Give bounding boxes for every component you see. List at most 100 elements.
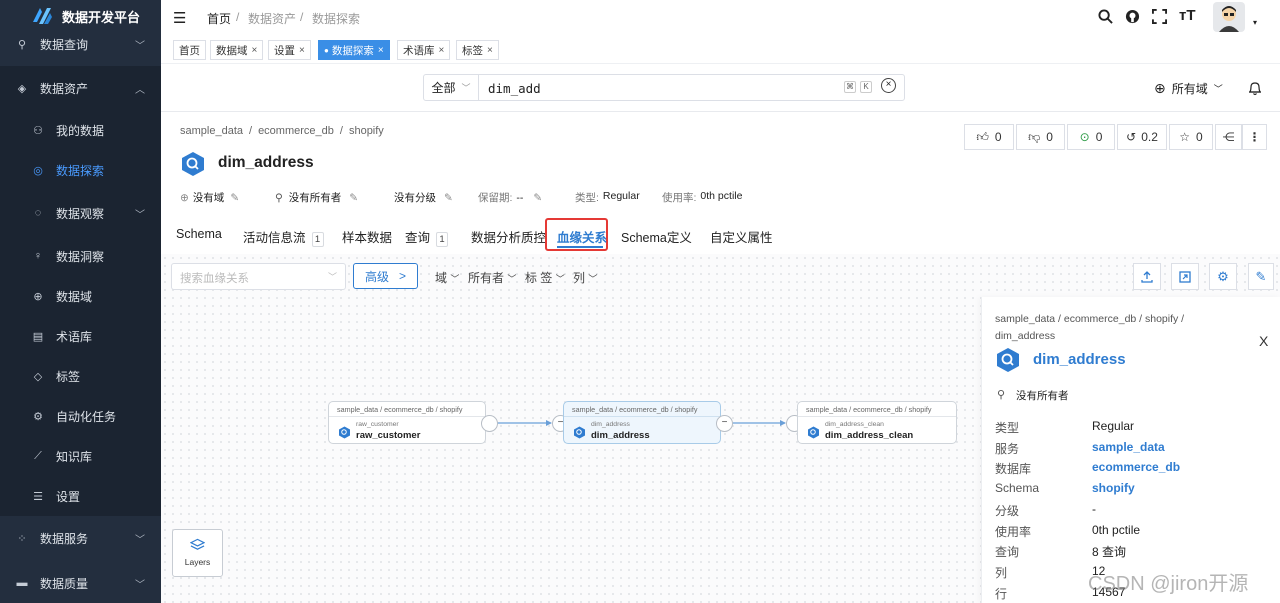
panel-link-database[interactable]: ecommerce_db [1092,460,1180,474]
lineage-settings-button[interactable]: ⚙ [1209,263,1237,290]
tab-schema[interactable]: Schema [176,227,222,241]
menu-collapse-icon[interactable]: ☰ [173,9,186,27]
breadcrumb-database[interactable]: ecommerce_db [258,125,334,137]
upload-icon [1141,270,1153,283]
clear-search-icon[interactable]: × [881,78,896,93]
version-button[interactable]: ↺ 0.2 [1117,124,1167,150]
sidebar-item-data-query[interactable]: ⚲ 数据查询 ﹀ [0,24,161,64]
panel-entity-title[interactable]: dim_address [1033,351,1126,368]
close-icon[interactable]: × [252,45,258,56]
like-button[interactable]: 👍︎ 0 [964,124,1014,150]
lineage-node-dim-address-clean[interactable]: sample_data / ecommerce_db / shopify dim… [797,401,957,444]
sidebar-item-data-explore[interactable]: ◎ 数据探索 [0,150,161,190]
breadcrumb-schema[interactable]: shopify [349,125,384,137]
robot-icon: ⚙ [33,410,43,423]
sidebar-item-settings[interactable]: ☰ 设置 [0,476,161,516]
collapse-downstream-handle[interactable]: − [716,415,733,432]
tab-schema-definition[interactable]: Schema定义 [621,227,692,246]
edit-lineage-button[interactable]: ✎ [1248,263,1274,290]
font-size-icon[interactable]: ᴛT [1179,7,1196,24]
sidebar-item-label: 数据服务 [40,531,89,546]
sidebar-item-data-observe[interactable]: ◌ 数据观察 ﹀ [0,193,161,233]
tab-lineage[interactable]: 血缘关系 [557,227,607,246]
meta-retention[interactable]: 保留期: -- ✎ [478,190,542,205]
tab-glossary[interactable]: 术语库 × [397,40,451,60]
fullscreen-icon[interactable] [1152,9,1167,24]
github-icon[interactable] [1125,9,1140,24]
lineage-node-raw-customer[interactable]: sample_data / ecommerce_db / shopify raw… [328,401,486,444]
bell-icon[interactable] [1248,81,1262,96]
node-fqn: raw_customer [356,421,399,428]
lineage-node-dim-address[interactable]: sample_data / ecommerce_db / shopify dim… [563,401,721,444]
close-icon[interactable]: × [487,45,493,56]
close-icon[interactable]: X [1259,333,1268,349]
tab-domains[interactable]: 数据域 × [210,40,264,60]
breadcrumb-service[interactable]: sample_data [180,125,243,137]
sidebar-item-data-quality[interactable]: ▬ 数据质量 ﹀ [0,563,161,603]
sidebar-item-domains[interactable]: ⊕ 数据域 [0,276,161,316]
meta-retention-label: 保留期: [478,192,513,204]
meta-tier[interactable]: 没有分级 ✎ [394,190,453,205]
node-fqn: dim_address_clean [825,421,884,428]
panel-link-schema[interactable]: shopify [1092,481,1135,495]
tab-settings[interactable]: 设置 × [268,40,311,60]
meta-domain-value: 没有域 [192,192,225,204]
tasks-button[interactable]: ⊙ 0 [1067,124,1115,150]
gear-icon: ⚙ [1217,268,1229,284]
fit-view-button[interactable] [1171,263,1199,290]
tab-label: Schema定义 [621,231,692,245]
tab-data-quality[interactable]: 数据分析质控 [471,227,546,246]
sidebar-item-my-data[interactable]: ⚇ 我的数据 [0,110,161,150]
sidebar-item-label: 数据查询 [40,37,89,52]
sidebar-item-label: 数据观察 [56,206,105,221]
star-button[interactable]: ☆ 0 [1169,124,1213,150]
avatar[interactable] [1213,2,1245,32]
sidebar-item-glossary[interactable]: ▤ 术语库 [0,316,161,356]
search-input[interactable]: dim_add ⌘ K × [478,74,905,101]
bulb-icon: ♀ [33,250,43,262]
meta-owner[interactable]: ⚲ 没有所有者 ✎ [275,190,358,205]
meta-domain[interactable]: ⊕ 没有域 ✎ [180,190,239,205]
layers-button[interactable]: Layers [172,529,223,577]
tab-home[interactable]: 首页 [173,40,206,60]
share-button[interactable]: ⋲ [1215,124,1242,150]
panel-owner[interactable]: 没有所有者 [1016,388,1069,403]
tab-queries[interactable]: 查询 1 [405,227,449,247]
sidebar-item-data-service[interactable]: ⁘ 数据服务 ﹀ [0,518,161,558]
panel-link-service[interactable]: sample_data [1092,440,1165,454]
history-icon: ↺ [1126,130,1137,144]
sidebar-item-data-assets[interactable]: ◈ 数据资产 ︿ [0,68,161,108]
sidebar-item-data-insight[interactable]: ♀ 数据洞察 [0,236,161,276]
sidebar-item-label: 数据探索 [56,163,105,178]
tab-custom-properties[interactable]: 自定义属性 [710,227,773,246]
search-scope-select[interactable]: 全部 ﹀ [423,74,479,101]
search-icon[interactable] [1098,9,1113,24]
table-entity-icon [339,426,350,439]
expand-downstream-handle[interactable] [481,415,498,432]
edit-icon[interactable]: ✎ [349,192,358,204]
tab-activity-feed[interactable]: 活动信息流 1 [243,227,324,247]
more-options-button[interactable]: ⋮ [1242,124,1267,150]
sidebar-item-automation[interactable]: ⚙ 自动化任务 [0,396,161,436]
export-button[interactable] [1133,263,1161,290]
close-icon[interactable]: × [299,45,305,56]
globe-icon: ⊕ [33,290,43,303]
close-icon[interactable]: × [439,45,445,56]
sidebar-item-knowledge[interactable]: ⟋ 知识库 [0,436,161,476]
sidebar-item-tags[interactable]: ◇ 标签 [0,356,161,396]
tab-sample-data[interactable]: 样本数据 [342,227,392,246]
active-dot-icon: ● [324,45,329,55]
edit-icon[interactable]: ✎ [533,192,542,204]
tab-data-explore[interactable]: ● 数据探索 × [318,40,390,60]
global-search-row: 全部 ﹀ dim_add ⌘ K × ⊕ 所有域 ﹀ [161,64,1280,112]
edit-icon[interactable]: ✎ [230,192,239,204]
breadcrumb-assets[interactable]: 数据资产 [248,10,296,27]
panel-breadcrumb[interactable]: sample_data / ecommerce_db / shopify / [995,313,1184,325]
breadcrumb-home[interactable]: 首页 [207,10,231,27]
domain-select[interactable]: ⊕ 所有域 ﹀ [1154,80,1223,97]
dislike-button[interactable]: 👎︎ 0 [1016,124,1065,150]
close-icon[interactable]: × [378,45,384,56]
tab-tags[interactable]: 标签 × [456,40,499,60]
avatar-dropdown-icon[interactable]: ▾ [1253,18,1257,27]
edit-icon[interactable]: ✎ [444,192,453,204]
